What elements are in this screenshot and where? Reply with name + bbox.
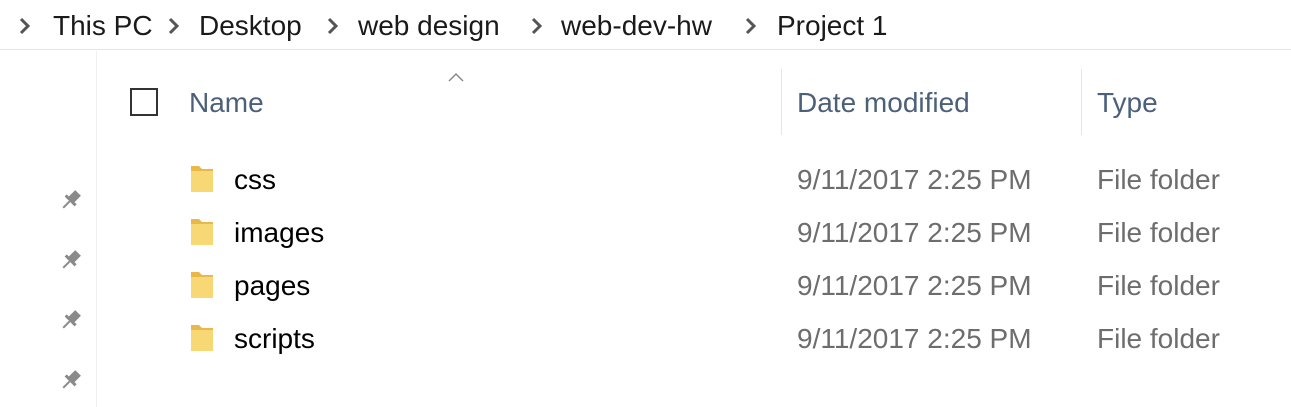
column-header-row: Name Date modified Type — [97, 51, 1291, 135]
column-header-name[interactable]: Name — [189, 85, 264, 121]
column-header-date-modified[interactable]: Date modified — [797, 85, 970, 121]
file-type: File folder — [1097, 323, 1220, 354]
folder-icon — [191, 272, 213, 298]
file-name[interactable]: images — [234, 215, 324, 251]
file-row-images[interactable]: images 9/11/2017 2:25 PM File folder — [97, 206, 1291, 259]
file-name[interactable]: scripts — [234, 321, 315, 357]
file-type: File folder — [1097, 164, 1220, 195]
breadcrumb-item-web-dev-hw[interactable]: web-dev-hw — [561, 10, 712, 42]
select-all-checkbox[interactable] — [130, 88, 158, 116]
pin-icon[interactable] — [58, 247, 84, 273]
folder-icon — [191, 325, 213, 351]
chevron-right-icon[interactable] — [18, 17, 32, 35]
file-row-pages[interactable]: pages 9/11/2017 2:25 PM File folder — [97, 259, 1291, 312]
file-type: File folder — [1097, 217, 1220, 248]
breadcrumb-item-this-pc[interactable]: This PC — [53, 10, 153, 42]
pin-icon[interactable] — [58, 187, 84, 213]
file-name[interactable]: pages — [234, 268, 310, 304]
file-explorer-window: This PC Desktop web design web-dev-hw Pr… — [0, 0, 1291, 407]
breadcrumb: This PC Desktop web design web-dev-hw Pr… — [0, 0, 1291, 50]
folder-icon — [191, 166, 213, 192]
pin-icon[interactable] — [58, 367, 84, 393]
sort-ascending-icon — [448, 72, 464, 82]
chevron-right-icon[interactable] — [326, 17, 340, 35]
file-date-modified: 9/11/2017 2:25 PM — [797, 217, 1032, 248]
breadcrumb-item-web-design[interactable]: web design — [358, 10, 500, 42]
chevron-right-icon[interactable] — [167, 17, 181, 35]
navigation-pane — [0, 51, 97, 407]
breadcrumb-item-project-1[interactable]: Project 1 — [777, 10, 888, 42]
folder-icon — [191, 219, 213, 245]
file-type: File folder — [1097, 270, 1220, 301]
column-header-type[interactable]: Type — [1097, 85, 1158, 121]
column-divider[interactable] — [1081, 69, 1082, 135]
column-divider[interactable] — [781, 69, 782, 135]
file-date-modified: 9/11/2017 2:25 PM — [797, 323, 1032, 354]
file-name[interactable]: css — [234, 162, 276, 198]
file-date-modified: 9/11/2017 2:25 PM — [797, 164, 1032, 195]
chevron-right-icon[interactable] — [530, 17, 544, 35]
breadcrumb-item-desktop[interactable]: Desktop — [199, 10, 302, 42]
pin-icon[interactable] — [58, 307, 84, 333]
file-date-modified: 9/11/2017 2:25 PM — [797, 270, 1032, 301]
file-row-css[interactable]: css 9/11/2017 2:25 PM File folder — [97, 153, 1291, 206]
file-row-scripts[interactable]: scripts 9/11/2017 2:25 PM File folder — [97, 312, 1291, 365]
chevron-right-icon[interactable] — [744, 17, 758, 35]
